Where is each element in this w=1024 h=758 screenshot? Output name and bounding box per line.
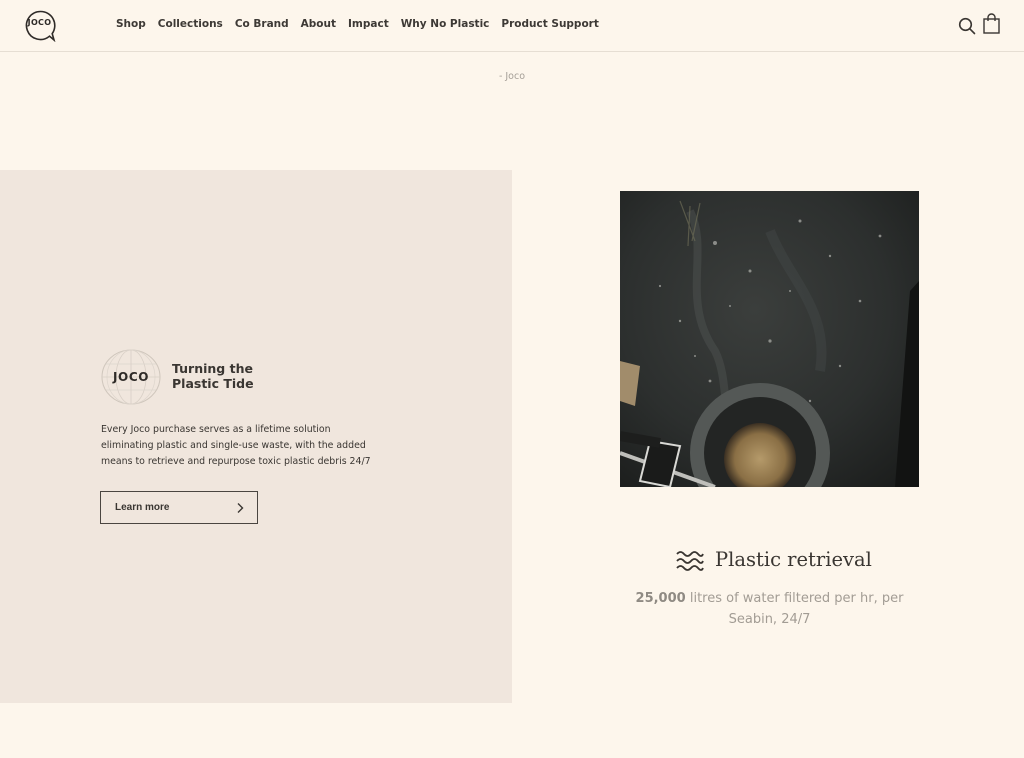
quote-attribution: - Joco	[498, 71, 526, 82]
site-header: JOCO Shop Collections Co Brand About Imp…	[0, 0, 1024, 52]
nav-item-product-support[interactable]: Product Support	[501, 18, 598, 30]
learn-more-label: Learn more	[115, 502, 170, 513]
joco-globe-badge: JOCO	[100, 348, 162, 406]
joco-logo[interactable]: JOCO	[24, 9, 57, 42]
waves-icon	[676, 550, 704, 572]
impact-panel: JOCO Turning the Plastic Tide Every Joco…	[0, 170, 512, 703]
stat-value: 25,000	[635, 591, 686, 606]
panel-body: Every Joco purchase serves as a lifetime…	[101, 424, 371, 467]
nav-item-collections[interactable]: Collections	[158, 18, 223, 30]
nav-item-about[interactable]: About	[301, 18, 336, 30]
main-nav: Shop Collections Co Brand About Impact W…	[116, 18, 599, 30]
logo-text: JOCO	[27, 18, 52, 27]
nav-item-co-brand[interactable]: Co Brand	[235, 18, 289, 30]
chevron-right-icon	[235, 502, 245, 514]
page-footer-spacer	[0, 703, 1024, 758]
nav-item-shop[interactable]: Shop	[116, 18, 146, 30]
shopping-bag-icon[interactable]	[983, 13, 1000, 34]
nav-item-impact[interactable]: Impact	[348, 18, 389, 30]
search-icon[interactable]	[958, 17, 976, 35]
learn-more-button[interactable]: Learn more	[100, 491, 258, 524]
badge-text: JOCO	[112, 370, 150, 384]
stat-description: 25,000 litres of water filtered per hr, …	[620, 588, 919, 630]
panel-title: Turning the Plastic Tide	[172, 361, 254, 391]
seabin-photo	[620, 191, 919, 487]
stat-title: Plastic retrieval	[715, 548, 872, 571]
stat-text: litres of water filtered per hr, per Sea…	[689, 591, 904, 627]
nav-item-why-no-plastic[interactable]: Why No Plastic	[401, 18, 490, 30]
